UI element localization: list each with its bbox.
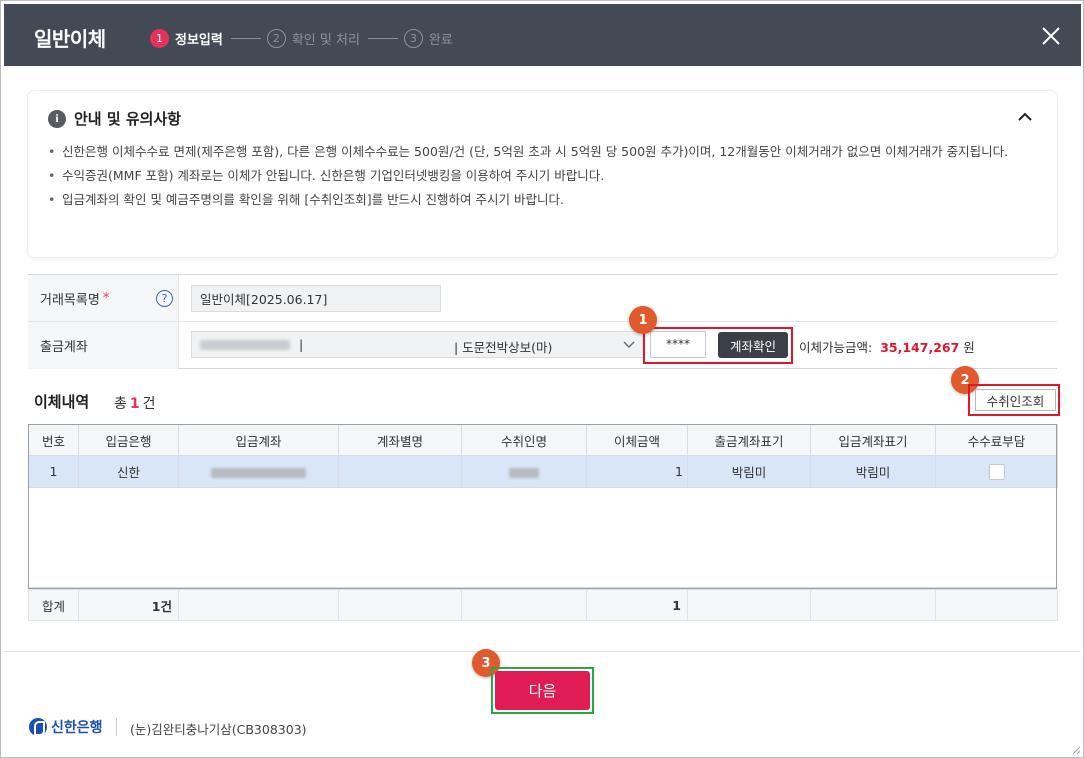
- transfer-form: 거래목록명 * ? 일반이체[2025.06.17] 출금계좌 | | 도문전박…: [28, 274, 1057, 369]
- tx-name-input[interactable]: 일반이체[2025.06.17]: [191, 285, 441, 312]
- total-count: 1건: [78, 589, 179, 621]
- step-indicator: 1 정보입력 2 확인 및 처리 3 완료: [150, 28, 453, 48]
- notice-heading: i 안내 및 유의사항: [48, 108, 181, 129]
- total-label: 합계: [28, 589, 79, 621]
- shinhan-logo-icon: [29, 718, 47, 736]
- notice-title: 안내 및 유의사항: [74, 110, 182, 128]
- tx-name-label-text: 거래목록명: [40, 292, 100, 308]
- empty-cell: [28, 487, 1058, 588]
- notice-item: 입금계좌의 확인 및 예금주명의를 확인을 위해 [수취인조회]를 반드시 진행…: [48, 189, 1018, 211]
- transfer-count: 총1건: [114, 393, 156, 413]
- notice-item: 수익증권(MMF 포함) 계좌로는 이체가 안됩니다. 신한은행 기업인터넷뱅킹…: [48, 165, 1018, 187]
- column-header: 수취인명: [461, 424, 587, 456]
- close-icon[interactable]: [1041, 26, 1061, 46]
- step-3-label: 완료: [428, 32, 453, 48]
- masked-account-number: [200, 340, 290, 350]
- step-connector: [230, 37, 261, 39]
- table-header-row: 번호 입금은행 입금계좌 계좌별명 수취인명 이체금액 출금계좌표기 입금계좌표…: [28, 424, 1058, 456]
- transfer-table: 번호 입금은행 입금계좌 계좌별명 수취인명 이체금액 출금계좌표기 입금계좌표…: [28, 424, 1058, 588]
- column-header: 이체금액: [586, 424, 688, 456]
- masked-payee: [509, 467, 539, 478]
- account-separator: |: [299, 337, 304, 352]
- tx-name-row: 거래목록명 * ? 일반이체[2025.06.17]: [28, 275, 1057, 322]
- column-header: 입금계좌: [178, 424, 339, 456]
- count-value: 1: [129, 396, 140, 412]
- table-row[interactable]: 1 신한 1 박림미 박림미: [28, 455, 1058, 488]
- count-prefix: 총: [114, 396, 127, 412]
- step-3-number: 3: [403, 28, 423, 48]
- cell-bank[interactable]: 신한: [78, 455, 179, 488]
- count-suffix: 건: [142, 396, 156, 412]
- total-empty: [935, 589, 1058, 621]
- annotation-badge-1: 1: [629, 306, 657, 334]
- column-header: 번호: [28, 424, 79, 456]
- help-icon[interactable]: ?: [156, 290, 173, 307]
- available-unit: 원: [963, 340, 975, 355]
- account-password-input[interactable]: ****: [650, 331, 706, 358]
- total-empty: [338, 589, 462, 621]
- footer-divider-vertical: [116, 718, 117, 736]
- empty-area: [28, 487, 1058, 588]
- step-connector: [367, 37, 398, 39]
- step-1-number: 1: [150, 28, 169, 48]
- total-empty: [461, 589, 587, 621]
- fee-checkbox[interactable]: [988, 463, 1005, 480]
- transfer-list-title: 이체내역: [34, 393, 90, 411]
- column-header: 수수료부담: [935, 424, 1058, 456]
- cell-account[interactable]: [178, 455, 339, 488]
- notice-item: 신한은행 이체수수료 면제(제주은행 포함), 다른 은행 이체수수료는 500…: [48, 141, 1018, 163]
- step-2: 2 확인 및 처리: [266, 28, 360, 48]
- cell-amount[interactable]: 1: [586, 455, 688, 488]
- available-label: 이체가능금액:: [799, 340, 873, 355]
- total-amount: 1: [586, 589, 688, 621]
- payee-lookup-button[interactable]: 수취인조회: [975, 389, 1056, 411]
- account-check-button[interactable]: 계좌확인: [718, 332, 788, 358]
- cell-no: 1: [28, 455, 79, 488]
- cell-payee: [461, 455, 587, 488]
- masked-account: [211, 467, 306, 478]
- notice-list: 신한은행 이체수수료 면제(제주은행 포함), 다른 은행 이체수수료는 500…: [48, 141, 1018, 213]
- column-header: 입금계좌표기: [810, 424, 936, 456]
- info-icon: i: [48, 109, 66, 128]
- step-3: 3 완료: [403, 28, 453, 48]
- column-header: 출금계좌표기: [687, 424, 811, 456]
- bank-name: 신한은행: [51, 720, 103, 736]
- dialog-title: 일반이체: [34, 27, 106, 51]
- cell-alias[interactable]: [338, 455, 462, 488]
- total-empty: [810, 589, 936, 621]
- dialog-header: 일반이체 1 정보입력 2 확인 및 처리 3 완료: [4, 4, 1081, 66]
- step-1: 1 정보입력: [150, 28, 223, 48]
- footer-divider: [4, 651, 1081, 652]
- cell-out-memo[interactable]: 박림미: [687, 455, 811, 488]
- total-row-table: 합계 1건 1: [28, 589, 1058, 621]
- cell-fee: [935, 455, 1058, 488]
- cell-in-memo[interactable]: 박림미: [810, 455, 936, 488]
- available-balance: 이체가능금액: 35,147,267 원: [799, 337, 975, 356]
- account-label: 출금계좌: [28, 322, 179, 369]
- chevron-up-icon[interactable]: [1017, 111, 1033, 123]
- required-mark: *: [102, 290, 110, 306]
- available-amount: 35,147,267: [880, 340, 960, 355]
- total-empty: [178, 589, 339, 621]
- step-2-label: 확인 및 처리: [291, 32, 360, 48]
- chevron-down-icon: [623, 341, 635, 348]
- next-button[interactable]: 다음: [495, 671, 590, 710]
- bank-logo: 신한은행: [29, 717, 103, 737]
- step-2-number: 2: [266, 28, 286, 48]
- total-empty: [687, 589, 811, 621]
- tx-name-label: 거래목록명 * ?: [28, 275, 179, 321]
- step-1-label: 정보입력: [175, 32, 223, 48]
- column-header: 계좌별명: [338, 424, 462, 456]
- total-row: 합계 1건 1: [28, 589, 1058, 621]
- account-row: 출금계좌 | | 도문전박상보(마) **** 계좌확인 이체가능금액: 35,…: [28, 322, 1057, 369]
- notice-panel: i 안내 및 유의사항 신한은행 이체수수료 면제(제주은행 포함), 다른 은…: [28, 91, 1057, 257]
- withdraw-account-select[interactable]: | | 도문전박상보(마): [191, 331, 644, 358]
- account-owner: | 도문전박상보(마): [454, 340, 553, 355]
- company-name: (눈)김완티충나기삼(CB308303): [130, 722, 307, 737]
- column-header: 입금은행: [78, 424, 179, 456]
- resize-grip-icon[interactable]: [1071, 745, 1081, 755]
